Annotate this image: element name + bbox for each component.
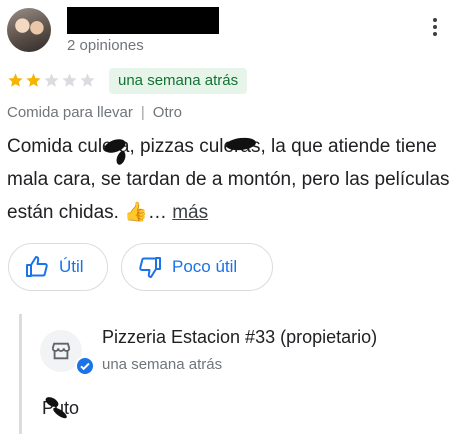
reviewer-name-redacted bbox=[67, 7, 219, 34]
review-meta: Comida para llevar | Otro bbox=[7, 104, 182, 121]
owner-reply-date: una semana atrás bbox=[102, 356, 223, 373]
reviewer-reviews-count[interactable]: 2 opiniones bbox=[67, 37, 144, 54]
not-useful-button[interactable]: Poco útil bbox=[121, 243, 273, 291]
useful-button[interactable]: Útil bbox=[8, 243, 108, 291]
not-useful-label: Poco útil bbox=[172, 257, 238, 276]
review-text: Comida culera, pizzas culeras, la que at… bbox=[7, 136, 450, 223]
meta-separator: | bbox=[140, 104, 145, 121]
storefront-icon bbox=[51, 342, 71, 360]
reviewer-avatar[interactable] bbox=[7, 8, 51, 52]
star-icon bbox=[62, 73, 77, 87]
star-rating bbox=[7, 72, 96, 90]
star-icon bbox=[44, 73, 59, 87]
meta-service: Comida para llevar bbox=[7, 104, 133, 121]
thumbs-up-icon bbox=[26, 256, 48, 277]
more-link[interactable]: más bbox=[172, 202, 208, 223]
star-icon bbox=[26, 73, 41, 87]
star-icon bbox=[8, 73, 23, 87]
owner-name: Pizzeria Estacion #33 (propietario) bbox=[102, 327, 378, 347]
more-options-icon[interactable] bbox=[428, 18, 442, 42]
meta-category: Otro bbox=[152, 104, 182, 121]
review-date-badge: una semana atrás bbox=[109, 68, 248, 94]
verified-check-icon bbox=[75, 356, 95, 376]
useful-label: Útil bbox=[59, 257, 84, 276]
star-icon bbox=[80, 73, 95, 87]
reply-thread-line bbox=[19, 314, 22, 434]
thumbs-down-icon bbox=[139, 257, 161, 278]
